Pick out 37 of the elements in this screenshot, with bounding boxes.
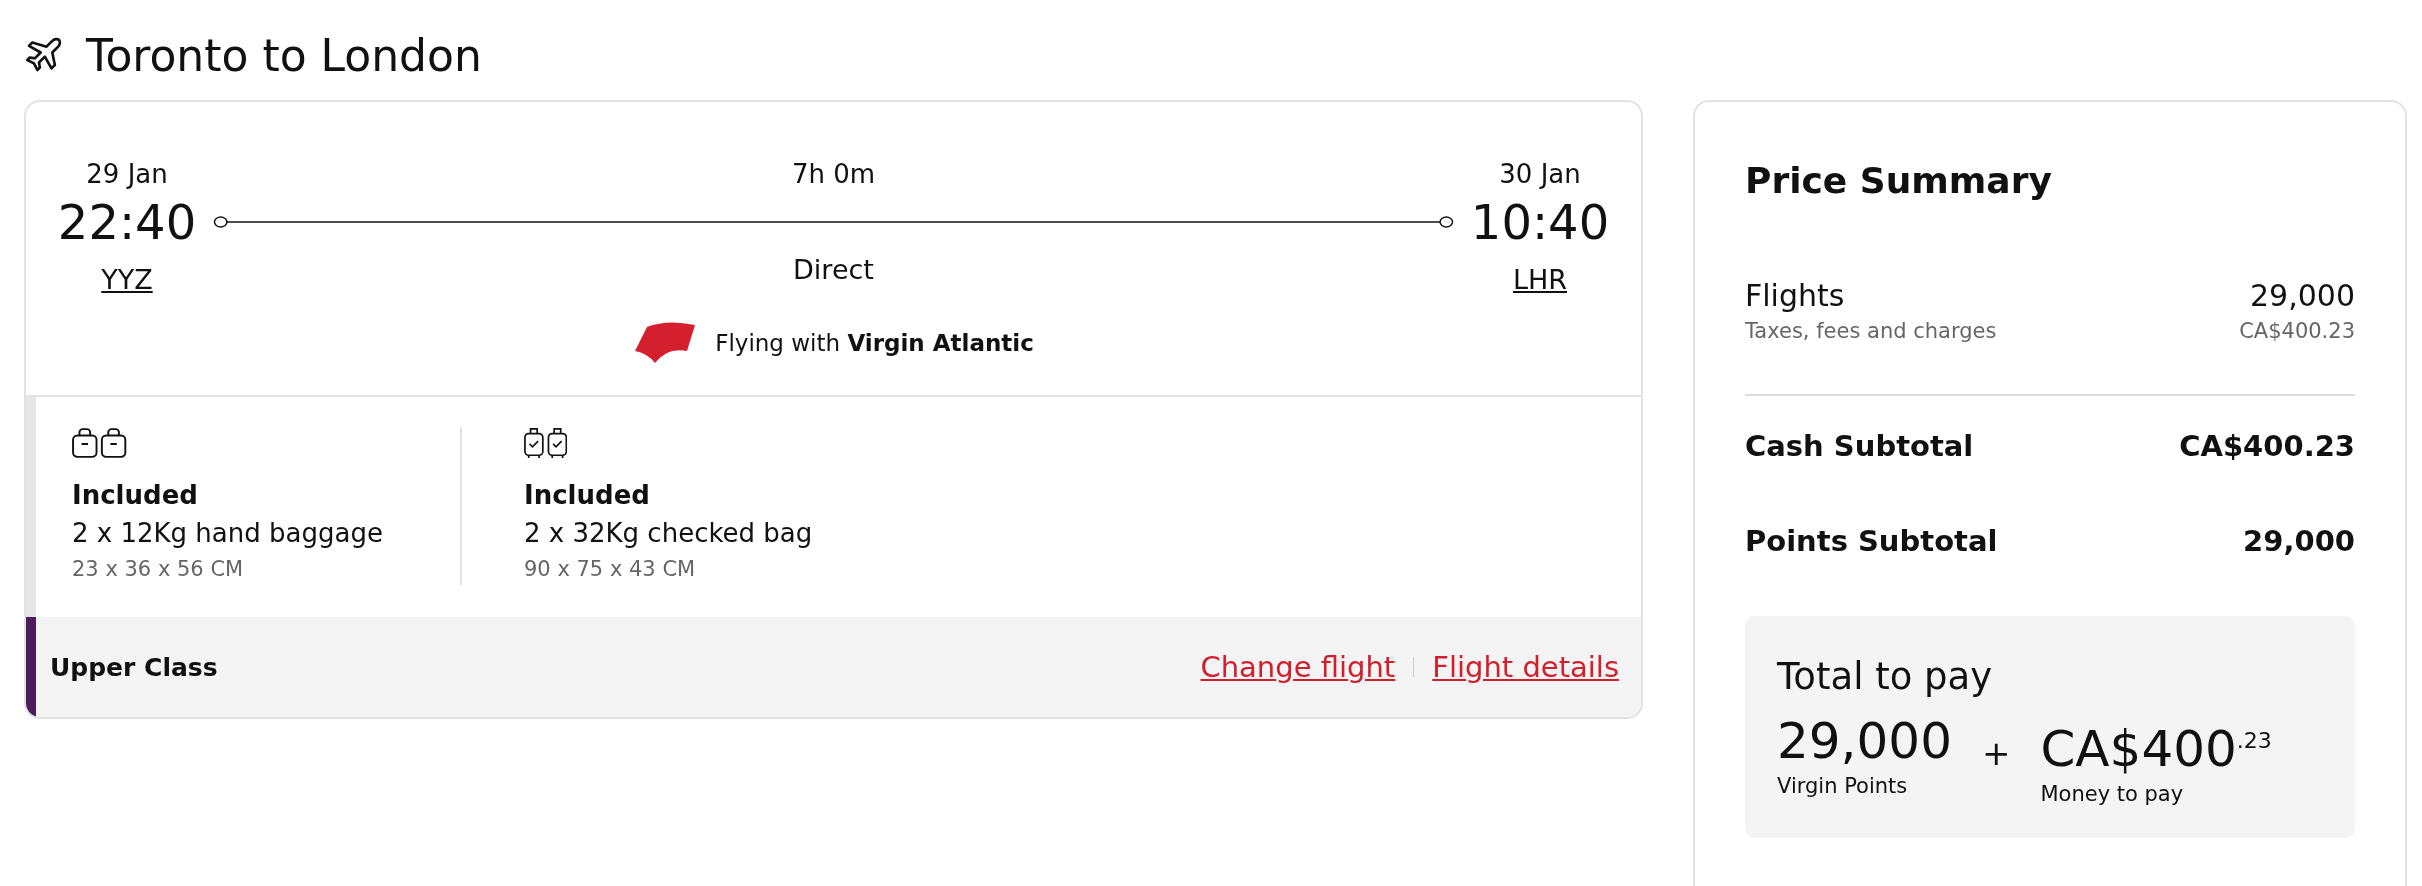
arrival-airport-link[interactable]: LHR — [1512, 263, 1568, 297]
arrival-time: 10:40 — [1470, 193, 1610, 252]
money-caption: Money to pay — [2040, 780, 2185, 808]
baggage-dimensions: 90 x 75 x 43 CM — [524, 556, 697, 583]
total-title: Total to pay — [1777, 654, 1994, 700]
baggage-status: Included — [72, 479, 199, 512]
price-label: Flights — [1745, 277, 1845, 315]
subtotal-label: Cash Subtotal — [1745, 428, 1974, 465]
price-summary-title: Price Summary — [1745, 159, 2053, 203]
money-total: CA$400$^{.23}$ — [2040, 718, 2272, 780]
hand-bag-icon — [72, 427, 128, 459]
price-value: CA$400.23 — [2239, 318, 2355, 345]
departure-date: 29 Jan — [86, 158, 168, 191]
departure-time: 22:40 — [57, 193, 197, 252]
cabin-class: Upper Class — [50, 652, 218, 682]
price-value: 29,000 — [2250, 277, 2355, 315]
stops-label: Direct — [793, 253, 874, 287]
baggage-dimensions: 23 x 36 x 56 CM — [72, 556, 245, 583]
subtotal-label: Points Subtotal — [1745, 523, 1998, 560]
subtotal-value: CA$400.23 — [2179, 428, 2355, 465]
baggage-allowance: 2 x 12Kg hand baggage — [72, 517, 384, 550]
plus-sign: + — [1981, 732, 2011, 775]
suitcase-icon — [524, 427, 568, 459]
points-total: 29,000 — [1777, 711, 1952, 772]
baggage-allowance: 2 x 32Kg checked bag — [524, 517, 814, 550]
baggage-status: Included — [524, 479, 651, 512]
page-title: Toronto to London — [86, 29, 482, 81]
flight-duration: 7h 0m — [791, 158, 876, 191]
departure-airport-link[interactable]: YYZ — [101, 263, 153, 297]
fare-link[interactable]: Change flight — [1200, 650, 1396, 684]
fare-link[interactable]: Flight details — [1432, 650, 1619, 684]
points-caption: Virgin Points — [1777, 773, 1909, 800]
airline-note: Flying with Virgin Atlantic — [715, 330, 1034, 356]
subtotal-value: 29,000 — [2243, 523, 2355, 560]
airline-logo — [633, 321, 698, 365]
arrival-date: 30 Jan — [1499, 158, 1581, 191]
price-label: Taxes, fees and charges — [1745, 318, 1997, 345]
